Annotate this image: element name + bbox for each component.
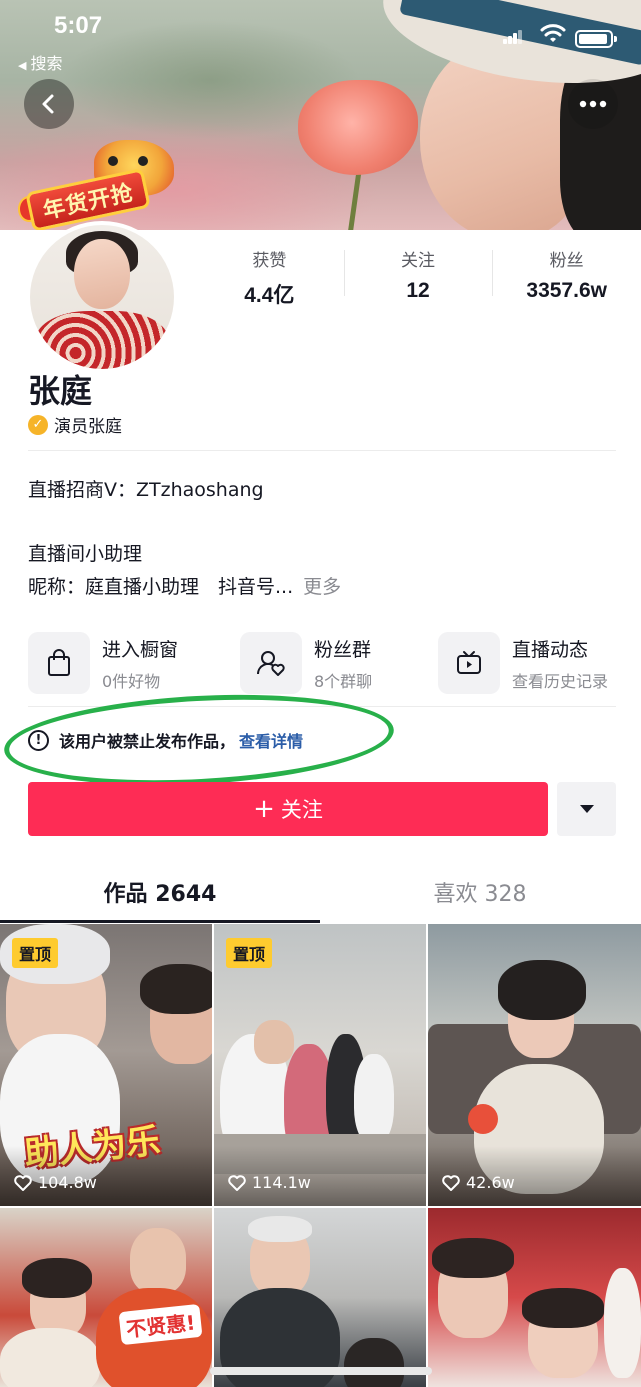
- profile-name: 张庭: [28, 372, 93, 410]
- bio-line: 昵称：庭直播小助理 抖音号... 更多: [28, 572, 341, 599]
- wifi-icon: [540, 24, 566, 42]
- like-count-value: 104.8w: [38, 1173, 97, 1192]
- shortcut-subtitle: 查看历史记录: [512, 671, 609, 691]
- fan-group-icon: [240, 632, 302, 694]
- bio-more-link[interactable]: 更多: [303, 576, 341, 598]
- back-app-label: 搜索: [30, 54, 63, 73]
- follow-label: 关注: [280, 798, 323, 822]
- like-count-value: 42.6w: [466, 1173, 515, 1192]
- bio-line: 直播间小助理: [28, 543, 143, 565]
- battery-icon: [575, 30, 617, 48]
- promo-sticker[interactable]: 年货开抢: [18, 140, 174, 233]
- plus-icon: +: [253, 794, 275, 824]
- back-triangle-icon: ◀: [18, 59, 27, 72]
- tab-likes[interactable]: 喜欢 328: [320, 876, 640, 908]
- shortcut-subtitle: 0件好物: [102, 671, 161, 691]
- stat-value: 12: [406, 279, 430, 302]
- status-time: 5:07: [54, 12, 103, 39]
- like-count: 42.6w: [442, 1173, 515, 1192]
- stat-label: 关注: [401, 251, 435, 271]
- tab-indicator: [0, 920, 320, 923]
- divider: [28, 450, 616, 451]
- heart-icon: [228, 1174, 246, 1191]
- back-to-app-link[interactable]: ◀ 搜索: [18, 50, 62, 74]
- heart-icon: [14, 1174, 32, 1191]
- stat-following[interactable]: 关注 12: [343, 246, 493, 308]
- shortcut-title: 粉丝群: [314, 638, 372, 661]
- avatar[interactable]: [26, 221, 178, 373]
- video-thumbnail[interactable]: [428, 1208, 641, 1387]
- pinned-badge: 置顶: [226, 938, 273, 968]
- bio-line: 直播招商V：ZTzhaoshang: [28, 479, 264, 501]
- home-indicator: [210, 1367, 432, 1375]
- more-options-button[interactable]: [568, 79, 618, 129]
- video-thumbnail[interactable]: 不贤惠!: [0, 1208, 212, 1387]
- caret-down-icon: [579, 805, 594, 813]
- shortcut-title: 进入橱窗: [102, 638, 179, 661]
- video-thumbnail[interactable]: 42.6w: [428, 924, 641, 1206]
- stat-value: 3357.6w: [526, 279, 607, 302]
- shopping-bag-icon: [28, 632, 90, 694]
- like-count: 114.1w: [228, 1173, 311, 1192]
- stat-followers[interactable]: 粉丝 3357.6w: [492, 246, 641, 308]
- shortcut-fan-group[interactable]: 粉丝群 8个群聊: [240, 631, 372, 695]
- pinned-badge: 置顶: [12, 938, 59, 968]
- follow-button[interactable]: + 关注: [28, 782, 548, 836]
- video-thumbnail[interactable]: [214, 1208, 426, 1387]
- chevron-left-icon: [42, 94, 54, 114]
- shortcut-live-feed[interactable]: 直播动态 查看历史记录: [438, 631, 608, 695]
- video-grid: 助人为乐 置顶 104.8w 置顶 114.1w 42.6w: [0, 924, 641, 1387]
- verified-row: ✓ 演员张庭: [28, 412, 122, 437]
- stat-value: 4.4亿: [244, 284, 295, 307]
- like-count: 104.8w: [14, 1173, 97, 1192]
- back-button[interactable]: [24, 79, 74, 129]
- status-bar: 5:07 ◀ 搜索: [0, 0, 641, 73]
- stat-likes[interactable]: 获赞 4.4亿: [195, 246, 344, 308]
- more-dots-icon: [579, 100, 607, 108]
- signal-icon: [503, 30, 523, 44]
- verified-check-icon: ✓: [28, 414, 48, 435]
- heart-icon: [442, 1174, 460, 1191]
- video-thumbnail[interactable]: 助人为乐 置顶 104.8w: [0, 924, 212, 1206]
- video-thumbnail[interactable]: 置顶 114.1w: [214, 924, 426, 1206]
- tab-works[interactable]: 作品 2644: [0, 876, 320, 908]
- content-tabs: 作品 2644 喜欢 328: [0, 862, 641, 924]
- stats-row: 获赞 4.4亿 关注 12 粉丝 3357.6w: [195, 246, 641, 308]
- recommend-dropdown-button[interactable]: [557, 782, 616, 836]
- bio-line-text: 昵称：庭直播小助理 抖音号...: [28, 576, 294, 598]
- like-count-value: 114.1w: [252, 1173, 311, 1192]
- shortcut-showcase[interactable]: 进入橱窗 0件好物: [28, 631, 178, 695]
- rose-image: [298, 80, 418, 175]
- live-tv-icon: [438, 632, 500, 694]
- verified-label: 演员张庭: [54, 417, 122, 437]
- shortcut-title: 直播动态: [512, 638, 589, 661]
- stat-label: 粉丝: [549, 251, 584, 271]
- shortcut-subtitle: 8个群聊: [314, 671, 373, 691]
- shortcut-row: 进入橱窗 0件好物 粉丝群 8个群聊 直播动态 查看历史记录: [28, 631, 628, 695]
- stat-label: 获赞: [252, 251, 287, 271]
